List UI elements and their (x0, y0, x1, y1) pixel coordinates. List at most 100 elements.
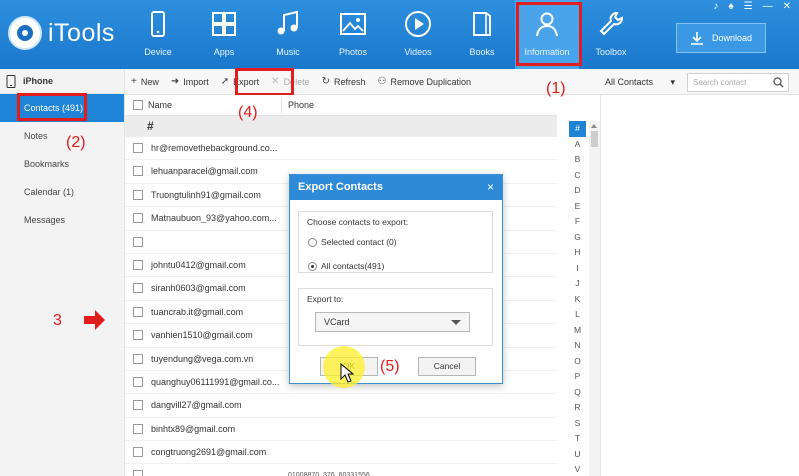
alphabet-letter[interactable]: M (569, 323, 586, 339)
alphabet-letter[interactable]: B (569, 152, 586, 168)
scroll-up-icon[interactable] (591, 124, 597, 128)
group-header-label: # (147, 119, 154, 133)
row-checkbox[interactable] (133, 447, 143, 458)
row-checkbox[interactable] (133, 259, 143, 270)
nav-books-label: Books (469, 47, 495, 57)
download-button[interactable]: Download (676, 23, 766, 53)
sidebar-item-calendar[interactable]: Calendar (1) (0, 178, 124, 206)
remove-duplication-button[interactable]: ⚇ Remove Duplication (371, 69, 477, 95)
alphabet-letter[interactable]: H (569, 245, 586, 261)
sidebar-item-contacts[interactable]: Contacts (491) (0, 94, 124, 122)
row-checkbox[interactable] (133, 213, 143, 224)
new-button[interactable]: + New (125, 69, 165, 95)
column-header-name[interactable]: Name (148, 100, 172, 110)
alphabet-letter[interactable]: F (569, 214, 586, 230)
delete-button[interactable]: ✕ Delete (265, 69, 315, 95)
row-checkbox[interactable] (133, 236, 143, 247)
export-format-select[interactable]: VCard (315, 312, 470, 332)
row-checkbox[interactable] (133, 330, 143, 341)
table-row[interactable]: congtruong2691@gmail.com (125, 441, 557, 465)
row-checkbox[interactable] (133, 353, 143, 364)
nav-toolbox[interactable]: Toolbox (579, 0, 643, 69)
nav-apps[interactable]: Apps (192, 0, 256, 69)
alphabet-letter[interactable]: R (569, 400, 586, 416)
nav-photos[interactable]: Photos (321, 0, 385, 69)
alphabet-letter[interactable]: N (569, 338, 586, 354)
alphabet-letter[interactable]: K (569, 292, 586, 308)
sidebar-device[interactable]: iPhone (0, 69, 124, 94)
refresh-label: Refresh (333, 76, 366, 87)
import-button[interactable]: ➜ Import (165, 69, 215, 95)
alphabet-letter[interactable]: S (569, 416, 586, 432)
nav-books[interactable]: Books (450, 0, 514, 69)
alphabet-letter[interactable]: G (569, 230, 586, 246)
export-button[interactable]: ➚ Export (215, 69, 265, 95)
search-box (687, 73, 789, 92)
row-checkbox[interactable] (133, 470, 143, 476)
alphabet-letter[interactable]: U (569, 447, 586, 463)
sidebar-item-notes[interactable]: Notes (0, 122, 124, 150)
row-checkbox[interactable] (133, 283, 143, 294)
select-all-checkbox[interactable] (133, 100, 143, 110)
nav-videos[interactable]: Videos (386, 0, 450, 69)
alphabet-index: # A B C D E F G H I J K L M N O P Q R S T U V (569, 121, 586, 476)
row-checkbox[interactable] (133, 189, 143, 200)
alphabet-letter[interactable]: # (569, 121, 586, 137)
app-logo: iTools (8, 16, 115, 50)
cancel-button[interactable]: Cancel (418, 357, 476, 376)
table-row[interactable]: hr@removethebackground.co... (125, 137, 557, 161)
minimize-icon[interactable]: — (763, 1, 773, 12)
nav-photos-label: Photos (338, 47, 368, 57)
alphabet-letter[interactable]: I (569, 261, 586, 277)
alphabet-letter[interactable]: A (569, 137, 586, 153)
delete-icon: ✕ (271, 76, 280, 87)
search-input[interactable] (688, 74, 768, 91)
itools-window: ♪ ♠ ☰ — ✕ iTools Device Apps Music Photo… (0, 0, 799, 476)
menu-icon[interactable]: ☰ (744, 1, 753, 12)
annotation-step-2: (2) (66, 134, 86, 151)
shirt-icon[interactable]: ♠ (728, 1, 733, 12)
row-checkbox[interactable] (133, 423, 143, 434)
plus-icon: + (131, 76, 137, 87)
row-checkbox[interactable] (133, 376, 143, 387)
alphabet-letter[interactable]: C (569, 168, 586, 184)
radio-all-contacts[interactable]: All contacts(491) (308, 261, 384, 271)
music-note-icon[interactable]: ♪ (713, 1, 718, 12)
column-header-phone[interactable]: Phone (288, 100, 314, 110)
chevron-down-icon: ▾ (670, 76, 675, 87)
annotation-step-3: 3 (53, 312, 62, 329)
nav-device-label: Device (144, 47, 172, 57)
alphabet-letter[interactable]: L (569, 307, 586, 323)
dialog-close-icon[interactable]: × (487, 175, 494, 200)
sidebar-item-bookmarks[interactable]: Bookmarks (0, 150, 124, 178)
row-checkbox[interactable] (133, 166, 143, 177)
nav-device[interactable]: Device (126, 0, 190, 69)
alphabet-letter[interactable]: V (569, 462, 586, 476)
scroll-thumb[interactable] (591, 131, 598, 147)
row-checkbox[interactable] (133, 400, 143, 411)
close-icon[interactable]: ✕ (783, 1, 791, 12)
scrollbar[interactable] (589, 121, 600, 476)
alphabet-letter[interactable]: E (569, 199, 586, 215)
table-row[interactable]: dangvill27@gmail.com (125, 394, 557, 418)
book-icon (473, 12, 491, 36)
alphabet-letter[interactable]: O (569, 354, 586, 370)
alphabet-letter[interactable]: T (569, 431, 586, 447)
nav-information[interactable]: Information (515, 0, 579, 69)
search-icon[interactable] (773, 77, 784, 88)
row-checkbox[interactable] (133, 143, 143, 153)
refresh-button[interactable]: ↻ Refresh (316, 69, 372, 95)
nav-music[interactable]: Music (256, 0, 320, 69)
table-row[interactable]: 01008870, 376, 60331556 (125, 464, 557, 476)
sidebar-item-messages[interactable]: Messages (0, 206, 124, 234)
alphabet-letter[interactable]: D (569, 183, 586, 199)
contacts-filter-dropdown[interactable]: All Contacts ▾ (601, 69, 679, 95)
alphabet-letter[interactable]: Q (569, 385, 586, 401)
radio-selected-contacts[interactable]: Selected contact (0) (308, 237, 397, 247)
table-row[interactable]: binhtx89@gmail.com (125, 418, 557, 442)
annotation-step-5: (5) (380, 358, 400, 375)
alphabet-letter[interactable]: P (569, 369, 586, 385)
alphabet-letter[interactable]: J (569, 276, 586, 292)
contact-name: tuancrab.it@gmail.com (151, 306, 244, 317)
row-checkbox[interactable] (133, 306, 143, 317)
